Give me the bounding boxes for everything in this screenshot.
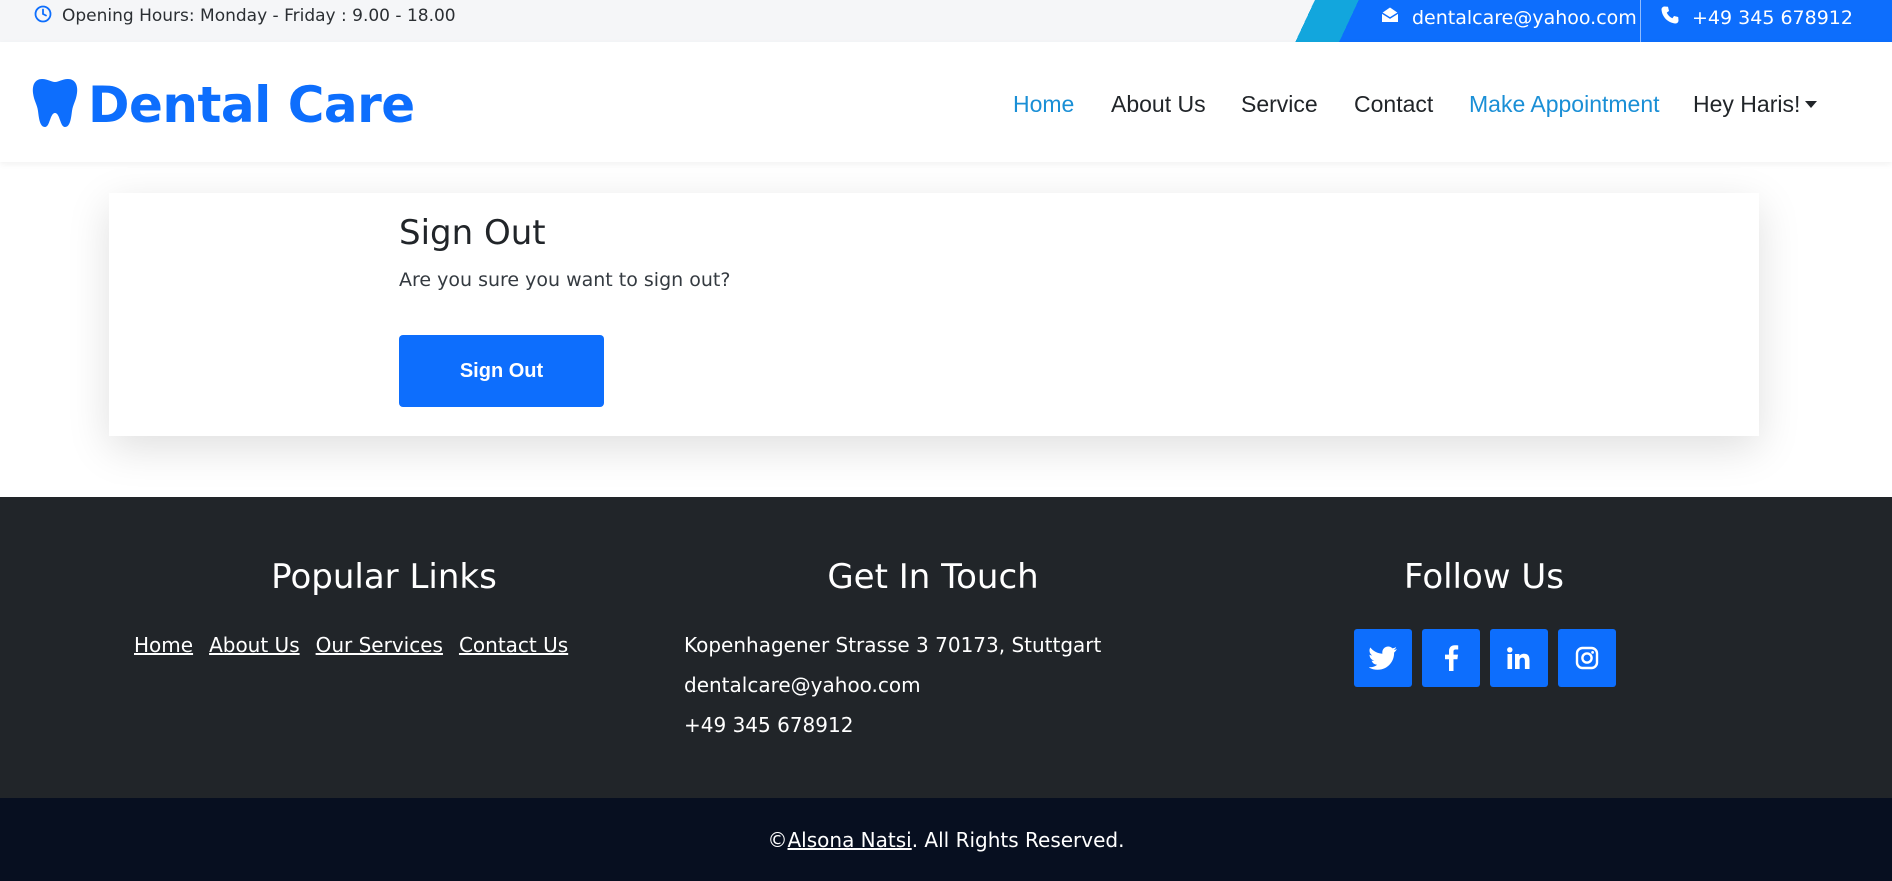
- contact-band-slant: [1287, 0, 1367, 42]
- twitter-icon[interactable]: [1354, 629, 1412, 687]
- copyright-author-link[interactable]: Alsona Natsi: [788, 828, 912, 852]
- sign-out-message: Are you sure you want to sign out?: [399, 269, 731, 291]
- instagram-icon[interactable]: [1558, 629, 1616, 687]
- caret-down-icon: [1805, 101, 1818, 108]
- nav-make-appointment[interactable]: Make Appointment: [1469, 84, 1660, 124]
- page-title: Sign Out: [399, 213, 546, 253]
- social-links: [1354, 629, 1616, 687]
- copyright-suffix: . All Rights Reserved.: [911, 827, 1125, 852]
- footer-follow-us-title: Follow Us: [1403, 557, 1565, 597]
- footer-popular-links: Home About Us Our Services Contact Us: [134, 633, 568, 657]
- clock-icon: [34, 5, 62, 28]
- main-nav: Home About Us Service Contact Make Appoi…: [0, 84, 1892, 124]
- footer-link-contact-us[interactable]: Contact Us: [459, 633, 568, 657]
- footer-get-in-touch-title: Get In Touch: [827, 557, 1039, 597]
- navbar: Dental Care Home About Us Service Contac…: [0, 42, 1892, 162]
- topbar-divider: [1640, 0, 1641, 42]
- nav-about-us[interactable]: About Us: [1111, 84, 1206, 124]
- nav-home[interactable]: Home: [1013, 84, 1074, 124]
- envelope-open-icon: [1380, 5, 1412, 30]
- footer-link-about-us[interactable]: About Us: [209, 633, 300, 657]
- nav-contact[interactable]: Contact: [1354, 84, 1433, 124]
- copyright-bar: © Alsona Natsi . All Rights Reserved.: [0, 798, 1892, 881]
- opening-hours-text: Opening Hours: Monday - Friday : 9.00 - …: [62, 6, 456, 26]
- facebook-icon[interactable]: [1422, 629, 1480, 687]
- topbar-email[interactable]: dentalcare@yahoo.com: [1380, 0, 1637, 35]
- top-bar: Opening Hours: Monday - Friday : 9.00 - …: [0, 0, 1892, 42]
- nav-service[interactable]: Service: [1241, 84, 1318, 124]
- footer-phone: +49 345 678912: [684, 713, 854, 737]
- phone-icon: [1660, 5, 1692, 30]
- copyright-prefix: ©: [767, 827, 788, 852]
- linkedin-icon[interactable]: [1490, 629, 1548, 687]
- copyright-text: © Alsona Natsi . All Rights Reserved.: [0, 798, 1892, 881]
- user-greeting: Hey Haris!: [1693, 91, 1801, 117]
- opening-hours: Opening Hours: Monday - Friday : 9.00 - …: [34, 0, 456, 32]
- sign-out-card: Sign Out Are you sure you want to sign o…: [109, 193, 1759, 436]
- sign-out-button[interactable]: Sign Out: [399, 335, 604, 407]
- footer-address: Kopenhagener Strasse 3 70173, Stuttgart: [684, 633, 1102, 657]
- footer-link-our-services[interactable]: Our Services: [316, 633, 443, 657]
- footer-email: dentalcare@yahoo.com: [684, 673, 921, 697]
- topbar-email-text: dentalcare@yahoo.com: [1412, 6, 1637, 29]
- footer: Popular Links Home About Us Our Services…: [0, 497, 1892, 798]
- nav-user-dropdown[interactable]: Hey Haris!: [1693, 84, 1818, 124]
- topbar-phone[interactable]: +49 345 678912: [1660, 0, 1853, 35]
- footer-popular-links-title: Popular Links: [271, 557, 497, 597]
- topbar-phone-text: +49 345 678912: [1692, 6, 1853, 29]
- footer-link-home[interactable]: Home: [134, 633, 193, 657]
